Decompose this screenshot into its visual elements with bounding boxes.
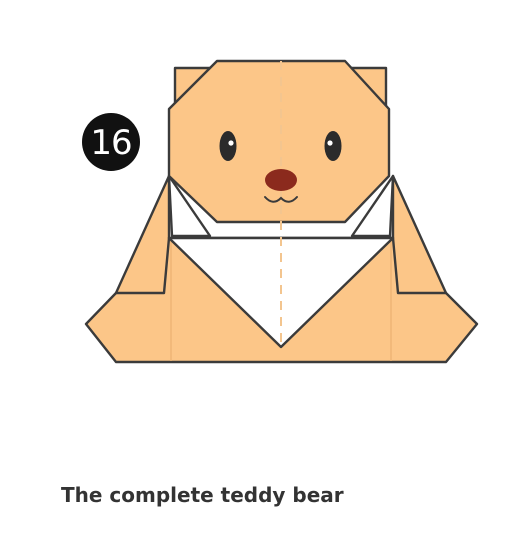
left-eye <box>219 131 237 161</box>
bear-head <box>167 59 391 224</box>
step-number: 16 <box>90 123 131 163</box>
teddy-bear-diagram: 16 <box>82 59 479 364</box>
bear-nose <box>265 169 297 191</box>
diagram-caption: The complete teddy bear <box>61 483 344 507</box>
step-number-badge: 16 <box>82 113 140 171</box>
right-eye <box>324 131 342 161</box>
